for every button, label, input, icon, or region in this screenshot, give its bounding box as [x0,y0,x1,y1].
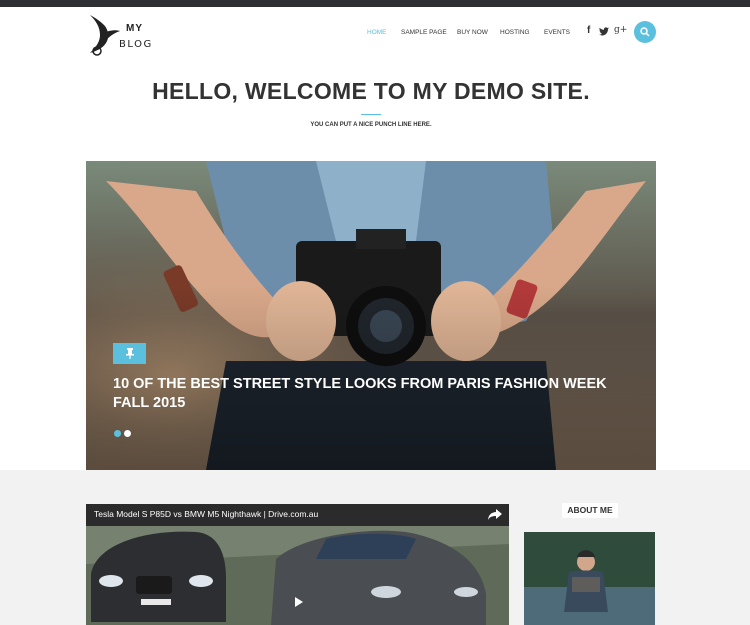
slider-dot-1[interactable] [114,430,121,437]
google-plus-icon[interactable]: g+ [614,25,627,35]
pin-icon [126,348,134,359]
nav-item-home[interactable]: HOME [367,29,387,36]
twitter-icon[interactable] [599,27,609,36]
about-photo-image [524,532,655,625]
nav-item-sample-page[interactable]: SAMPLE PAGE [401,29,447,36]
search-icon [640,27,650,37]
about-photo [524,532,655,625]
slider-dot-2[interactable] [124,430,131,437]
site-logo[interactable]: MY BLOG [86,13,166,57]
site-header: MY BLOG HOME SAMPLE PAGE BUY NOW HOSTING… [0,7,750,59]
sidebar-title-about: ABOUT ME [562,503,618,518]
sticky-badge [113,343,146,364]
top-bar [0,0,750,7]
bird-logo-icon [90,15,120,56]
page-subtitle: YOU CAN PUT A NICE PUNCH LINE HERE. [310,122,432,128]
logo-text-my: MY [126,23,143,34]
featured-slider[interactable]: 10 OF THE BEST STREET STYLE LOOKS FROM P… [86,161,656,470]
nav-item-events[interactable]: EVENTS [544,29,570,36]
search-button[interactable] [634,21,656,43]
share-icon[interactable] [488,509,502,521]
slider-overlay [86,161,656,470]
title-divider [361,114,381,115]
nav-item-buy-now[interactable]: BUY NOW [457,29,488,36]
video-title[interactable]: Tesla Model S P85D vs BMW M5 Nighthawk |… [94,509,318,519]
facebook-icon[interactable]: f [587,25,590,36]
nav-item-hosting[interactable]: HOSTING [500,29,530,36]
logo-text-blog: BLOG [119,39,153,50]
slider-pagination [114,430,131,437]
play-icon[interactable] [294,597,304,607]
slide-title[interactable]: 10 OF THE BEST STREET STYLE LOOKS FROM P… [113,375,613,413]
page-title: HELLO, WELCOME TO MY DEMO SITE. [152,78,590,104]
